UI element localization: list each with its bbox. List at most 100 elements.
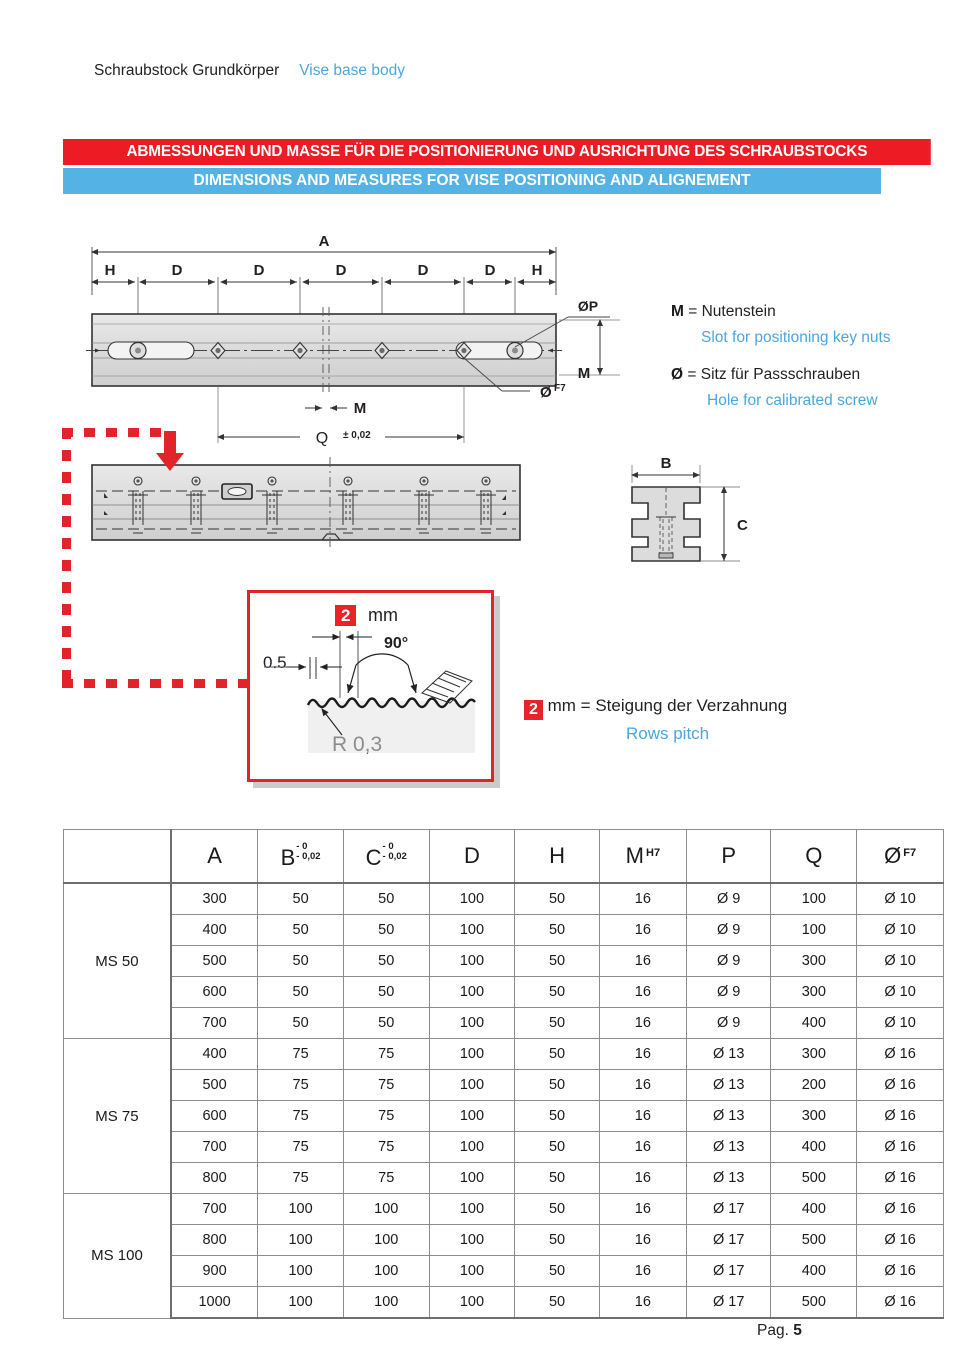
table-cell: 100 bbox=[257, 1286, 344, 1319]
table-cell: 100 bbox=[342, 1224, 430, 1256]
table-header-cell-C: C- 0- 0,02 bbox=[342, 829, 430, 884]
table-cell: 100 bbox=[428, 1224, 516, 1256]
table-cell: 16 bbox=[598, 914, 687, 946]
table-cell: 50 bbox=[342, 1007, 430, 1039]
header-label-Q: Q bbox=[805, 843, 823, 868]
table-row: MS 75 400 75 75 100 50 16 Ø 13 300 Ø 16 bbox=[62, 1038, 944, 1194]
table-cell: 75 bbox=[342, 1162, 430, 1194]
pitch-caption-text: mm = Steigung der Verzahnung bbox=[547, 696, 788, 715]
table-cell: 400 bbox=[770, 1131, 858, 1163]
table-cell: Ø 16 bbox=[856, 1131, 944, 1163]
table-cell: Ø 17 bbox=[685, 1255, 772, 1287]
table-cell: 50 bbox=[342, 976, 430, 1008]
callout-dash-left bbox=[62, 428, 71, 688]
svg-text:D: D bbox=[172, 262, 183, 279]
table-cell: Ø 10 bbox=[856, 914, 944, 946]
table-cell: 50 bbox=[514, 1100, 600, 1132]
table-cell: 200 bbox=[770, 1069, 858, 1101]
table-cell: 50 bbox=[514, 1286, 600, 1319]
legend-diameter-text: = Sitz für Passschrauben bbox=[687, 366, 861, 383]
table-cell: Ø 10 bbox=[856, 882, 944, 915]
pitch-caption-chip: 2 bbox=[524, 700, 543, 720]
header-label-P: P bbox=[721, 843, 737, 868]
table-cell: Ø 16 bbox=[856, 1069, 944, 1101]
svg-text:M: M bbox=[354, 400, 367, 417]
table-cell: 100 bbox=[428, 976, 516, 1008]
table-cell: 300 bbox=[770, 945, 858, 977]
header-sup-M: H7 bbox=[646, 847, 661, 859]
svg-text:C: C bbox=[737, 517, 748, 534]
footer-page-value: 5 bbox=[793, 1322, 802, 1339]
table-header-cell-B: B- 0- 0,02 bbox=[257, 829, 344, 884]
tooth-profile-detail-box: 2 mm 0.5 90° R 0,3 bbox=[247, 590, 494, 782]
svg-text:ØP: ØP bbox=[578, 298, 598, 314]
table-cell: 50 bbox=[342, 914, 430, 946]
header-tol-B: - 0- 0,02 bbox=[296, 841, 321, 862]
svg-text:D: D bbox=[254, 262, 265, 279]
legend-diameter-symbol: Ø bbox=[671, 366, 684, 383]
svg-text:± 0,02: ± 0,02 bbox=[343, 430, 371, 441]
table-cell: Ø 9 bbox=[685, 1007, 772, 1039]
table-cell: 75 bbox=[257, 1069, 344, 1101]
table-cell: Ø 13 bbox=[685, 1069, 772, 1101]
table-cell: 300 bbox=[770, 1100, 858, 1132]
table-cell: 50 bbox=[342, 882, 430, 915]
table-row: 500 75 75 100 50 16 Ø 13 200 Ø 16 bbox=[64, 1069, 944, 1101]
table-header-cell-group bbox=[62, 829, 172, 884]
callout-dash-bottom bbox=[62, 679, 252, 688]
table-cell: 75 bbox=[342, 1131, 430, 1163]
table-cell: 400 bbox=[770, 1007, 858, 1039]
table-cell: 50 bbox=[514, 1131, 600, 1163]
table-cell: 100 bbox=[428, 1193, 516, 1225]
table-cell: Ø 13 bbox=[685, 1131, 772, 1163]
table-header-cell-Q: Q bbox=[770, 829, 858, 884]
table-row: MS 100 700 100 100 100 50 16 Ø 17 400 Ø 16 bbox=[62, 1193, 944, 1319]
footer-page-number: Pag. 5 bbox=[757, 1322, 802, 1340]
table-cell: 100 bbox=[428, 1007, 516, 1039]
table-cell: 100 bbox=[428, 1255, 516, 1287]
table-cell: 800 bbox=[170, 1162, 259, 1194]
table-cell: 300 bbox=[170, 882, 259, 915]
svg-text:M: M bbox=[578, 365, 591, 382]
table-cell: Ø 9 bbox=[685, 945, 772, 977]
callout-arrow-icon bbox=[156, 431, 184, 471]
pitch-caption-german: 2 mm = Steigung der Verzahnung bbox=[524, 696, 787, 720]
table-cell: 100 bbox=[770, 882, 858, 915]
table-cell: 75 bbox=[257, 1162, 344, 1194]
header-tol-B-bottom: - 0,02 bbox=[296, 850, 321, 862]
table-cell: 500 bbox=[770, 1286, 858, 1319]
table-cell: Ø 16 bbox=[856, 1255, 944, 1287]
table-cell: 400 bbox=[770, 1193, 858, 1225]
table-cell: 50 bbox=[514, 1038, 600, 1070]
table-cell: 50 bbox=[514, 1224, 600, 1256]
table-cell: 50 bbox=[514, 945, 600, 977]
table-cell: Ø 10 bbox=[856, 945, 944, 977]
legend-diameter-english: Hole for calibrated screw bbox=[707, 392, 878, 409]
table-cell: 100 bbox=[428, 945, 516, 977]
table-cell: 100 bbox=[428, 1286, 516, 1319]
svg-text:D: D bbox=[485, 262, 496, 279]
table-cell: 100 bbox=[428, 914, 516, 946]
table-cell: 100 bbox=[342, 1255, 430, 1287]
pitch-caption-english: Rows pitch bbox=[626, 724, 710, 743]
table-group-label: MS 50 bbox=[62, 882, 172, 1039]
header-label-M: M bbox=[625, 843, 644, 868]
table-group-label: MS 100 bbox=[62, 1193, 172, 1319]
footer-page-prefix: Pag. bbox=[757, 1322, 789, 1339]
table-cell: 50 bbox=[257, 914, 344, 946]
table-cell: 600 bbox=[170, 976, 259, 1008]
table-cell: 50 bbox=[514, 1162, 600, 1194]
table-cell: 100 bbox=[770, 914, 858, 946]
table-cell: 16 bbox=[598, 1193, 687, 1225]
table-cell: 100 bbox=[257, 1255, 344, 1287]
table-cell: 700 bbox=[170, 1193, 259, 1225]
header-label-B: B bbox=[280, 844, 296, 870]
tooth-profile-svg bbox=[264, 631, 476, 753]
table-group-label: MS 75 bbox=[62, 1038, 172, 1194]
table-cell: Ø 17 bbox=[685, 1286, 772, 1319]
table-cell: Ø 9 bbox=[685, 976, 772, 1008]
svg-text:D: D bbox=[336, 262, 347, 279]
table-cell: Ø 16 bbox=[856, 1162, 944, 1194]
table-header-cell-P: P bbox=[685, 829, 772, 884]
table-cell: 500 bbox=[770, 1224, 858, 1256]
